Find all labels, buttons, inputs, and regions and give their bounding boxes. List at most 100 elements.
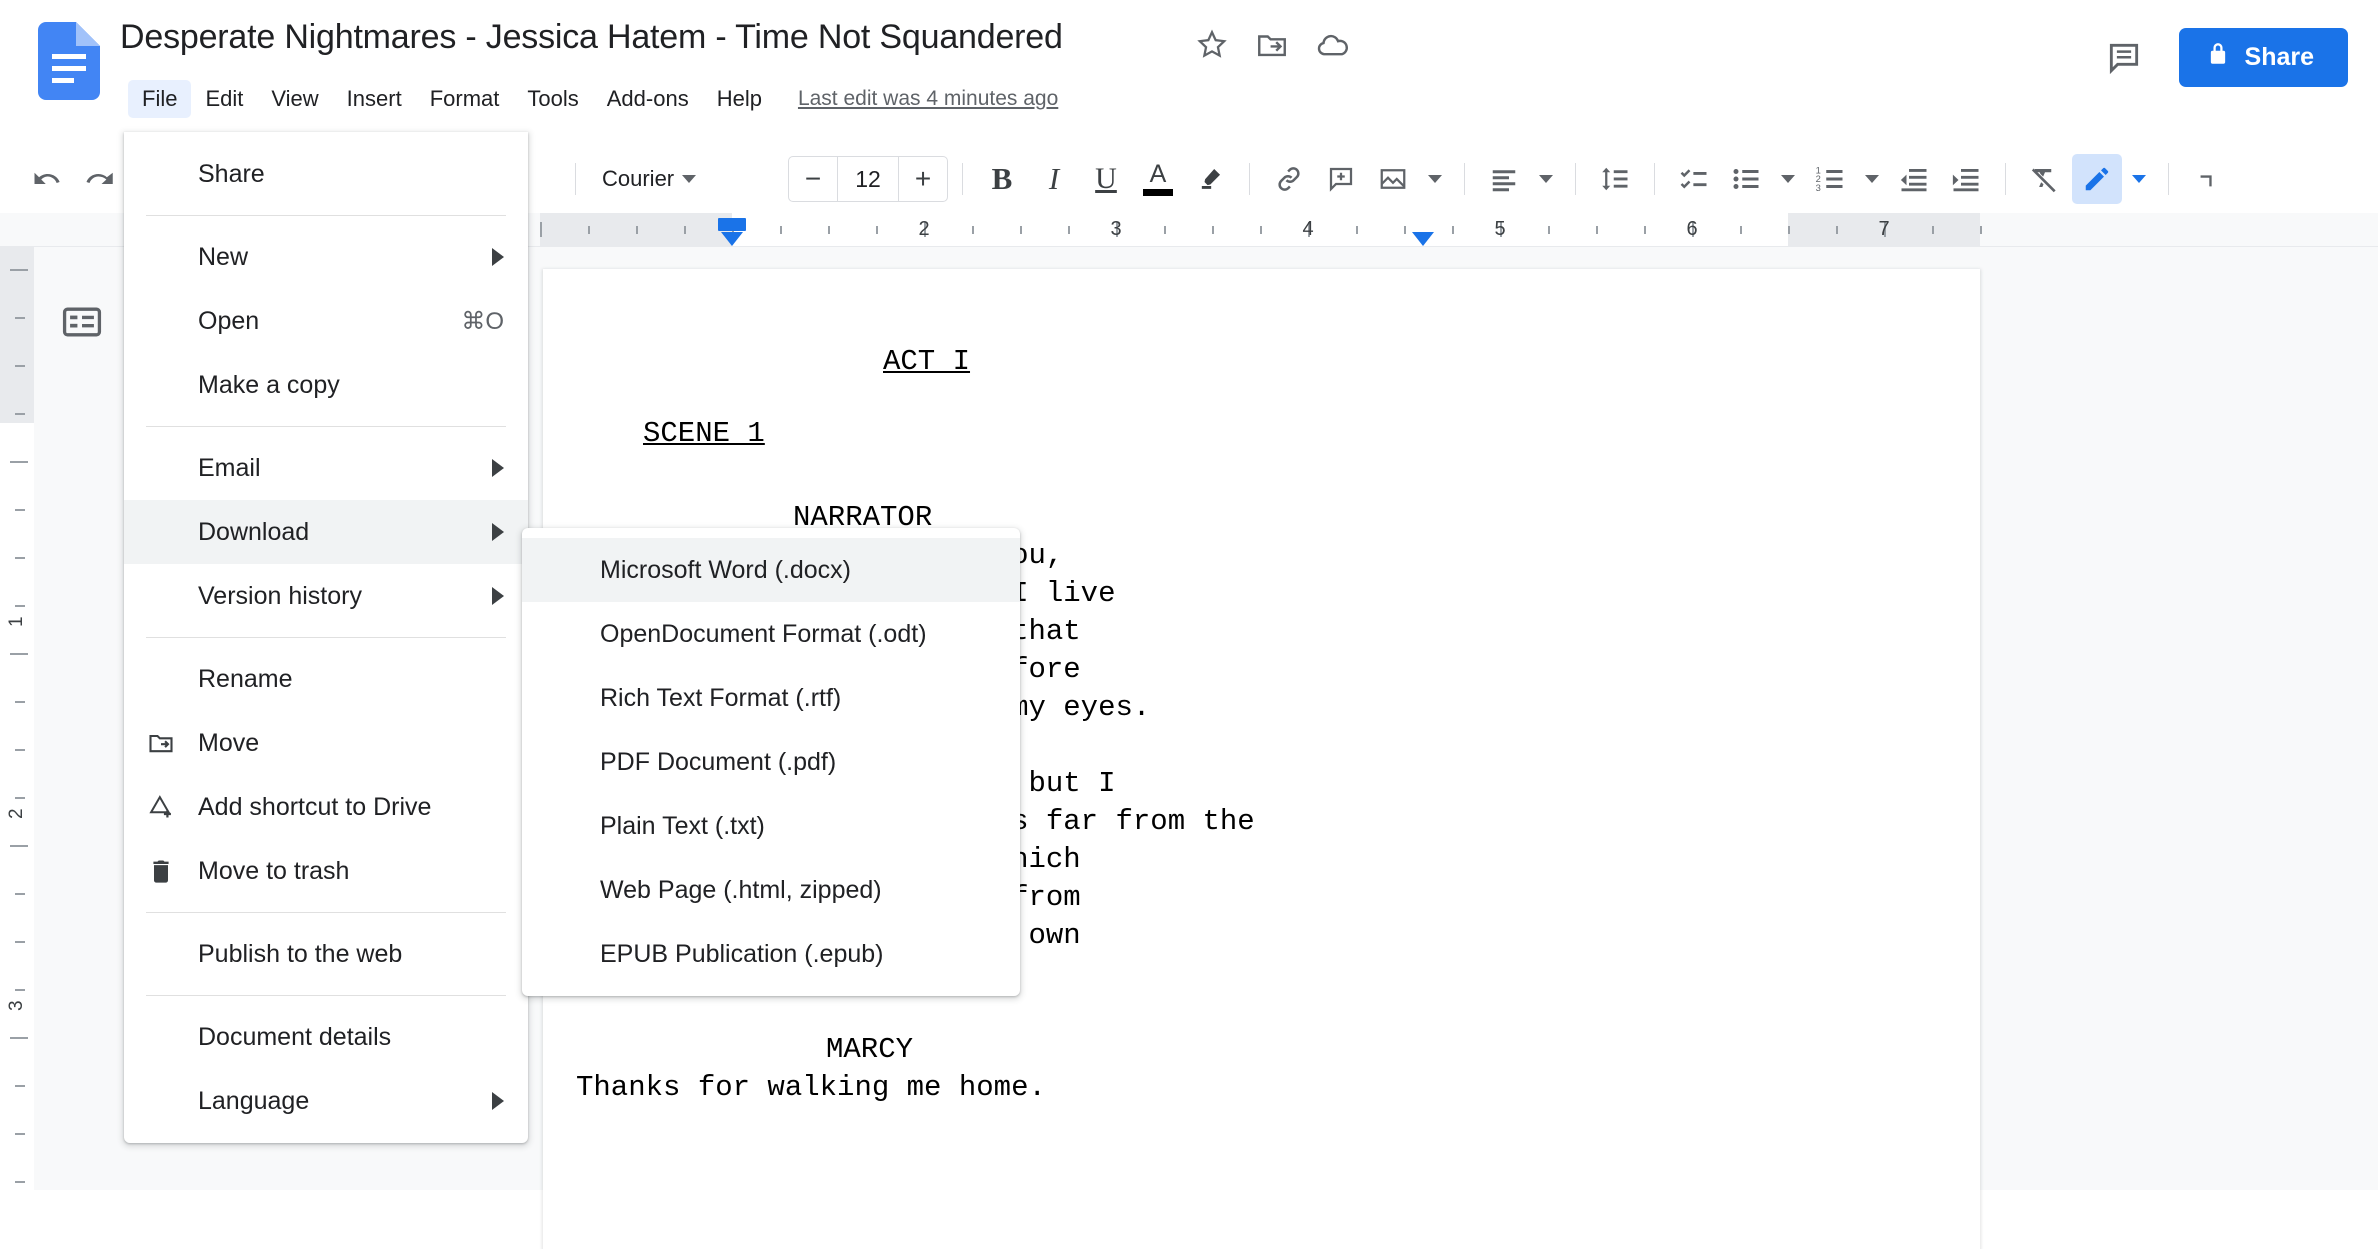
toolbar-divider (1249, 163, 1250, 195)
font-size-input[interactable]: 12 (837, 157, 899, 201)
menu-file[interactable]: File (128, 80, 192, 118)
vertical-ruler[interactable]: 1 2 3 (0, 247, 34, 1190)
menu-format[interactable]: Format (416, 80, 514, 118)
download-submenu-panel[interactable]: Microsoft Word (.docx) OpenDocument Forma… (522, 528, 1020, 996)
document-line: Thanks for walking me home. (576, 1071, 1046, 1104)
align-icon[interactable] (1479, 154, 1529, 204)
italic-icon[interactable]: I (1029, 154, 1079, 204)
download-menu-item-opendocument-format-odt-[interactable]: OpenDocument Format (.odt) (522, 602, 1020, 666)
file-menu-item-share[interactable]: Share (124, 142, 528, 206)
menu-bar: File Edit View Insert Format Tools Add-o… (128, 80, 1058, 118)
checklist-icon[interactable] (1669, 154, 1719, 204)
file-menu-item-move[interactable]: Move (124, 711, 528, 775)
menu-tools[interactable]: Tools (513, 80, 592, 118)
file-menu-item-language[interactable]: Language (124, 1069, 528, 1133)
move-to-folder-icon[interactable] (1255, 28, 1289, 62)
file-menu-item-rename[interactable]: Rename (124, 647, 528, 711)
ruler-number: 2 (918, 218, 930, 240)
insert-link-icon[interactable] (1264, 154, 1314, 204)
download-menu-item-plain-text-txt-[interactable]: Plain Text (.txt) (522, 794, 1020, 858)
file-menu-item-label: Share (198, 159, 265, 188)
hide-menus-icon[interactable] (2183, 154, 2233, 204)
text-color-icon[interactable]: A (1133, 154, 1183, 204)
toolbar-divider (2168, 163, 2169, 195)
highlight-color-icon[interactable] (1185, 154, 1235, 204)
download-menu-item-epub-publication-epub-[interactable]: EPUB Publication (.epub) (522, 922, 1020, 986)
file-menu-item-add-shortcut-to-drive[interactable]: Add shortcut to Drive (124, 775, 528, 839)
google-docs-logo[interactable] (38, 22, 100, 100)
menu-edit[interactable]: Edit (191, 80, 257, 118)
lock-icon (2205, 41, 2231, 74)
add-comment-icon[interactable] (1316, 154, 1366, 204)
menu-help[interactable]: Help (703, 80, 776, 118)
menu-view[interactable]: View (257, 80, 332, 118)
ruler-number: 5 (1494, 218, 1506, 240)
menu-separator (146, 215, 506, 216)
download-menu-item-rich-text-format-rtf-[interactable]: Rich Text Format (.rtf) (522, 666, 1020, 730)
document-outline-icon[interactable] (55, 295, 109, 349)
file-menu-item-publish-to-the-web[interactable]: Publish to the web (124, 922, 528, 986)
bulleted-list-chevron-down-icon[interactable] (1773, 154, 1803, 204)
file-menu-item-version-history[interactable]: Version history (124, 564, 528, 628)
file-menu-item-label: Open (198, 306, 260, 335)
file-menu-item-open[interactable]: Open ⌘O (124, 289, 528, 353)
file-menu-item-make-a-copy[interactable]: Make a copy (124, 353, 528, 417)
file-menu-item-new[interactable]: New (124, 225, 528, 289)
file-menu-item-email[interactable]: Email (124, 436, 528, 500)
vertical-ruler-number: 3 (6, 1000, 27, 1011)
submenu-arrow-icon (492, 459, 504, 477)
download-menu-item-label: Web Page (.html, zipped) (600, 875, 882, 904)
title-action-icons (1195, 28, 1349, 62)
star-icon[interactable] (1195, 28, 1229, 62)
menu-separator (146, 637, 506, 638)
decrease-indent-icon[interactable] (1889, 154, 1939, 204)
chevron-down-icon (682, 175, 697, 183)
toolbar-divider (962, 163, 963, 195)
editing-mode-icon[interactable] (2072, 154, 2122, 204)
font-size-stepper: − 12 + (788, 156, 948, 202)
line-spacing-icon[interactable] (1590, 154, 1640, 204)
menu-separator (146, 912, 506, 913)
share-button[interactable]: Share (2178, 28, 2348, 87)
file-menu-item-label: New (198, 242, 249, 271)
download-menu-item-label: PDF Document (.pdf) (600, 747, 837, 776)
download-menu-item-microsoft-word-docx-[interactable]: Microsoft Word (.docx) (522, 538, 1020, 602)
ruler-number: 3 (1110, 218, 1122, 240)
file-menu-item-move-to-trash[interactable]: Move to trash (124, 839, 528, 903)
app-header: Desperate Nightmares - Jessica Hatem - T… (0, 0, 2378, 145)
ruler-scale[interactable]: 2 3 4 5 6 7 (540, 213, 1982, 246)
insert-image-icon[interactable] (1368, 154, 1418, 204)
numbered-list-chevron-down-icon[interactable] (1857, 154, 1887, 204)
file-menu-panel[interactable]: Share New Open ⌘O Make a copy Email Download Ve… (124, 132, 528, 1143)
document-title[interactable]: Desperate Nightmares - Jessica Hatem - T… (120, 18, 1063, 57)
underline-icon[interactable]: U (1081, 154, 1131, 204)
last-edit-status[interactable]: Last edit was 4 minutes ago (798, 87, 1058, 111)
undo-icon[interactable] (22, 154, 72, 204)
file-menu-item-download[interactable]: Download (124, 500, 528, 564)
increase-indent-icon[interactable] (1941, 154, 1991, 204)
cloud-saved-icon[interactable] (1315, 28, 1349, 62)
vertical-ruler-number: 2 (6, 808, 27, 819)
file-menu-item-label: Make a copy (198, 370, 340, 399)
redo-icon[interactable] (74, 154, 124, 204)
toolbar-divider (2005, 163, 2006, 195)
document-line: MARCY (826, 1033, 914, 1066)
bold-icon[interactable]: B (977, 154, 1027, 204)
align-chevron-down-icon[interactable] (1531, 154, 1561, 204)
clear-formatting-icon[interactable] (2020, 154, 2070, 204)
bulleted-list-icon[interactable] (1721, 154, 1771, 204)
menu-insert[interactable]: Insert (333, 80, 416, 118)
font-size-decrease-button[interactable]: − (789, 157, 837, 201)
download-menu-item-web-page-html-zipped-[interactable]: Web Page (.html, zipped) (522, 858, 1020, 922)
comment-history-icon[interactable] (2105, 39, 2143, 77)
download-menu-item-pdf-document-pdf-[interactable]: PDF Document (.pdf) (522, 730, 1020, 794)
download-menu-item-label: Microsoft Word (.docx) (600, 555, 851, 584)
menu-addons[interactable]: Add-ons (593, 80, 703, 118)
font-size-increase-button[interactable]: + (899, 157, 947, 201)
file-menu-item-document-details[interactable]: Document details (124, 1005, 528, 1069)
insert-image-chevron-down-icon[interactable] (1420, 154, 1450, 204)
numbered-list-icon[interactable]: 1 2 3 (1805, 154, 1855, 204)
ruler-number: 7 (1878, 218, 1890, 240)
font-family-dropdown[interactable]: Courier (590, 155, 780, 203)
editing-mode-chevron-down-icon[interactable] (2124, 154, 2154, 204)
